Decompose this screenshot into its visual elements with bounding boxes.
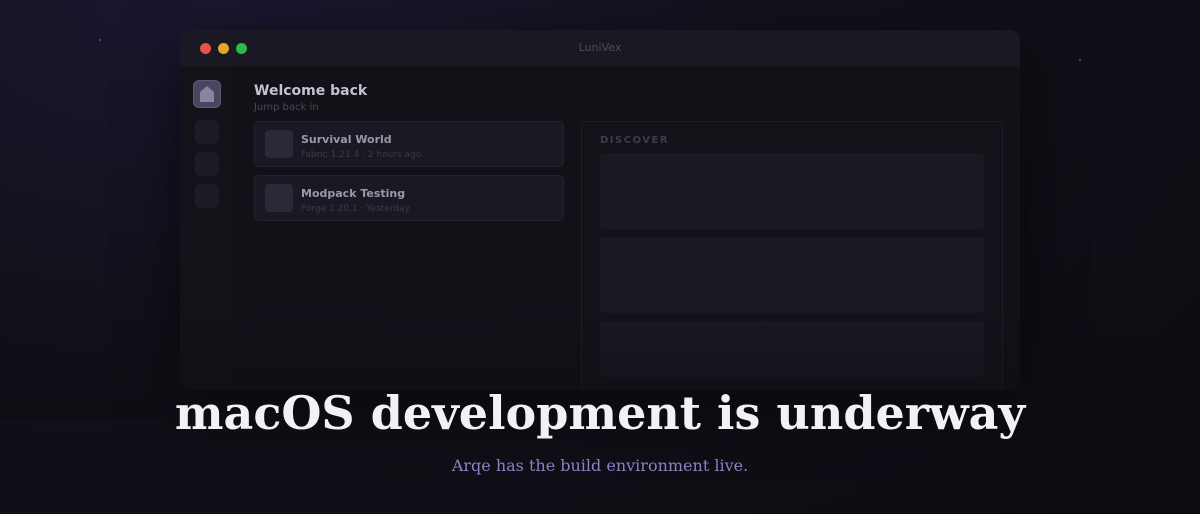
instance-thumbnail <box>265 184 293 212</box>
sidebar-item-3[interactable] <box>195 152 219 176</box>
sidebar-item-2[interactable] <box>195 120 219 144</box>
announcement-headline: macOS development is underway <box>174 386 1026 440</box>
discover-label: DISCOVER <box>600 135 670 146</box>
instance-name: Modpack Testing <box>301 187 406 200</box>
instance-thumbnail <box>265 130 293 158</box>
discover-tile[interactable] <box>600 153 984 229</box>
instance-meta: Forge 1.20.1 · Yesterday <box>301 204 410 214</box>
page-subtitle: Jump back in <box>254 102 319 113</box>
window-title: LuniVex <box>578 41 622 54</box>
home-icon <box>200 86 214 102</box>
instance-name: Survival World <box>301 133 392 146</box>
recent-instance-card[interactable]: Survival World Fabric 1.21.4 · 2 hours a… <box>254 121 564 167</box>
page-title: Welcome back <box>254 83 368 99</box>
recent-instance-card[interactable]: Modpack Testing Forge 1.20.1 · Yesterday <box>254 175 564 221</box>
sidebar-item-home[interactable] <box>193 80 221 108</box>
title-bar[interactable]: LuniVex <box>180 30 1020 66</box>
sidebar-item-4[interactable] <box>195 184 219 208</box>
star-dot <box>1079 59 1081 61</box>
announcement-subline: Arqe has the build environment live. <box>451 456 749 475</box>
star-dot <box>99 39 101 41</box>
instance-meta: Fabric 1.21.4 · 2 hours ago <box>301 150 422 160</box>
